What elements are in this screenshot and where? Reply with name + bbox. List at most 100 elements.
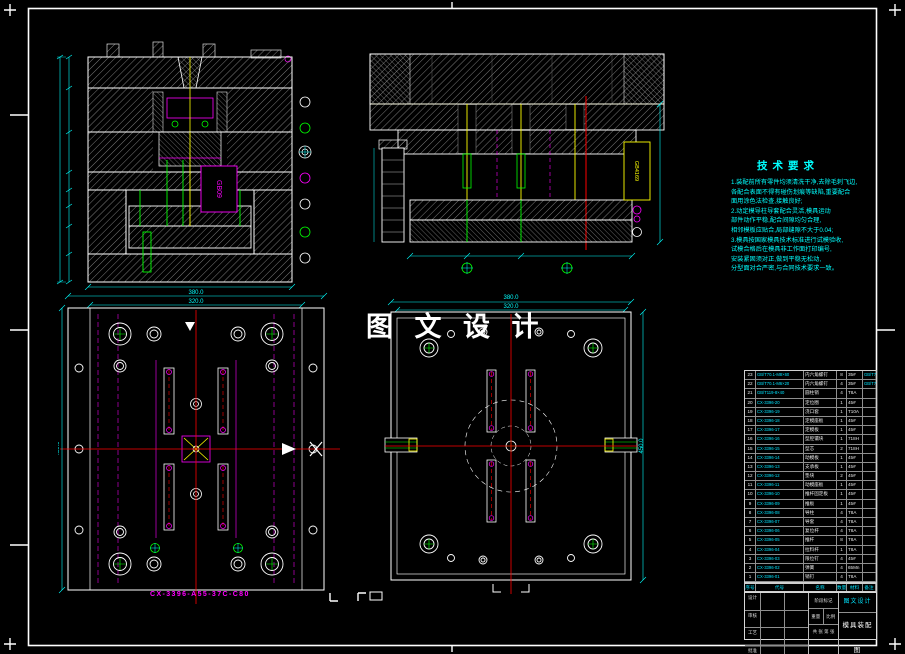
bom-cell-qty: 4 [837,573,847,582]
bom-row: 3 CX-3396-03 限位钉 4 45# [745,554,876,564]
label-weight: 重量 [809,609,824,624]
bom-cell-remark [863,399,876,407]
dim-overall-height: 450.0 [639,438,645,454]
tech-requirement-line: 相邻模板应贴合,局部缝隙不大于0.04; [731,226,834,234]
title-block-middle: 阶段标记 重量 比例 共 张 第 张 [809,593,839,654]
bom-cell-material: T8A [847,536,863,545]
bom-cell-qty: 1 [837,453,847,462]
bom-header-material: 材料 [847,584,863,591]
bom-cell-remark [863,417,876,425]
bom-cell-material: 35# [847,380,863,389]
bom-cell-no: 19 [745,407,756,416]
bom-cell-no: 2 [745,563,756,573]
bom-cell-material: 45# [847,462,863,472]
dimension-lines-left [56,54,73,285]
bom-cell-qty: 4 [837,527,847,536]
bom-row: 10 CX-3396-10 推杆固定板 1 45# [745,490,876,500]
bom-header-remark: 备注 [863,584,876,591]
dim-overall-height: 450.0 [58,441,61,457]
bom-cell-remark: GB/T70.1 [864,381,876,387]
bom-cell-remark [863,435,876,443]
upper-mold-slab [369,53,665,105]
bom-cell-material: 45# [847,554,863,563]
bom-table: 23 GB/T70.1-M8×60 内六角螺钉 8 35# GB/T70.1 2… [744,370,877,584]
bom-cell-material: 45# [847,490,863,499]
label-stage-mark: 阶段标记 [809,593,838,609]
watermark-text: 图 文 设 计 [366,312,546,342]
bom-header-no: 序号 [745,584,756,591]
bom-cell-name: 动模板 [804,453,837,462]
bom-row: 12 CX-3396-12 垫块 2 45# [745,472,876,482]
bom-cell-no: 6 [745,527,756,536]
bom-cell-no: 21 [745,389,756,398]
insert-callout-box: GB09 [200,165,238,213]
bom-cell-code: CX-3396-02 [756,563,804,573]
bom-row: 21 GB/T119-8×40 圆柱销 4 T8A [745,389,876,399]
bom-cell-code: CX-3396-09 [756,499,804,508]
bom-cell-code: CX-3396-12 [756,472,804,481]
bom-cell-code: CX-3396-18 [756,416,804,426]
bom-cell-name: 圆柱销 [804,389,837,398]
bom-cell-code: GB/T70.1-M8×60 [756,371,804,380]
bom-cell-no: 23 [745,371,756,380]
bom-row: 16 CX-3396-16 型腔镶块 1 718H [745,435,876,445]
lower-slabs [409,199,633,243]
bom-cell-code: CX-3396-03 [756,554,804,563]
bom-row: 13 CX-3396-13 支承板 1 45# [745,462,876,473]
spacer-rail-right [253,189,293,255]
bom-cell-no: 11 [745,481,756,490]
bom-cell-remark [863,573,876,581]
bom-cell-remark [863,472,876,480]
bom-cell-code: CX-3396-19 [756,407,804,416]
bom-cell-name: 垫块 [804,472,837,481]
side-pull-right [604,437,638,453]
bom-cell-code: CX-3396-17 [756,426,804,435]
side-pull-left [384,437,418,453]
bom-cell-material: 45# [847,499,863,508]
bom-cell-no: 12 [745,472,756,481]
bom-cell-code: CX-3396-16 [756,435,804,444]
bom-cell-no: 18 [745,416,756,426]
bom-cell-remark [863,546,876,554]
cylinder-label: GB4169 [633,161,639,181]
bom-row: 22 GB/T70.1-M6×20 内六角螺钉 4 35# GB/T70.1 [745,380,876,390]
drawing-number: CX-3396-A55-37C-C80 [150,591,250,598]
bom-row: 8 CX-3396-08 导柱 4 T8A [745,508,876,518]
bom-cell-name: 定模座板 [804,416,837,426]
bom-cell-material: T8A [847,518,863,527]
tech-requirement-line: 2.动定模导柱导套配合灵活,模具运动 [731,207,831,215]
bom-cell-no: 22 [745,380,756,389]
title-block-right: 图文设计 模具装配图 [839,593,876,654]
bom-header-qty: 数量 [837,584,847,591]
bom-row: 4 CX-3396-04 拉料杆 1 T8A [745,545,876,555]
dimension-right: 450.0 [639,308,647,584]
datum-target-circles [461,262,573,274]
bom-cell-no: 14 [745,453,756,462]
bom-cell-qty: 1 [837,499,847,508]
bom-cell-qty: 4 [837,508,847,517]
bom-cell-remark [863,555,876,563]
bom-header-name: 名称 [804,584,837,591]
bom-cell-no: 16 [745,435,756,444]
bom-cell-remark [863,527,876,535]
bom-cell-qty: 1 [837,545,847,554]
bom-cell-remark [863,536,876,544]
bom-cell-code: CX-3396-01 [756,573,804,582]
bom-cell-name: 内六角螺钉 [804,380,837,389]
bom-cell-remark [863,509,876,517]
bom-row: 19 CX-3396-19 浇口套 1 T10A [745,407,876,417]
bom-cell-qty: 2 [837,472,847,481]
tech-requirement-line: 分型面对合严密,与合同技术要求一致。 [731,265,838,273]
bom-cell-remark [863,490,876,498]
bom-cell-code: CX-3396-07 [756,518,804,527]
bom-cell-remark [863,500,876,508]
bom-cell-material: T10A [847,407,863,416]
bom-cell-qty: 4 [837,389,847,398]
bom-cell-qty: 1 [837,407,847,416]
bom-cell-name: 浇口套 [804,407,837,416]
bom-cell-remark [863,445,876,453]
bom-row: 17 CX-3396-17 定模板 1 45# [745,426,876,436]
bom-cell-qty: 1 [837,462,847,472]
bom-cell-material: 45# [847,416,863,426]
section-view-side: GB4169 [369,53,665,274]
